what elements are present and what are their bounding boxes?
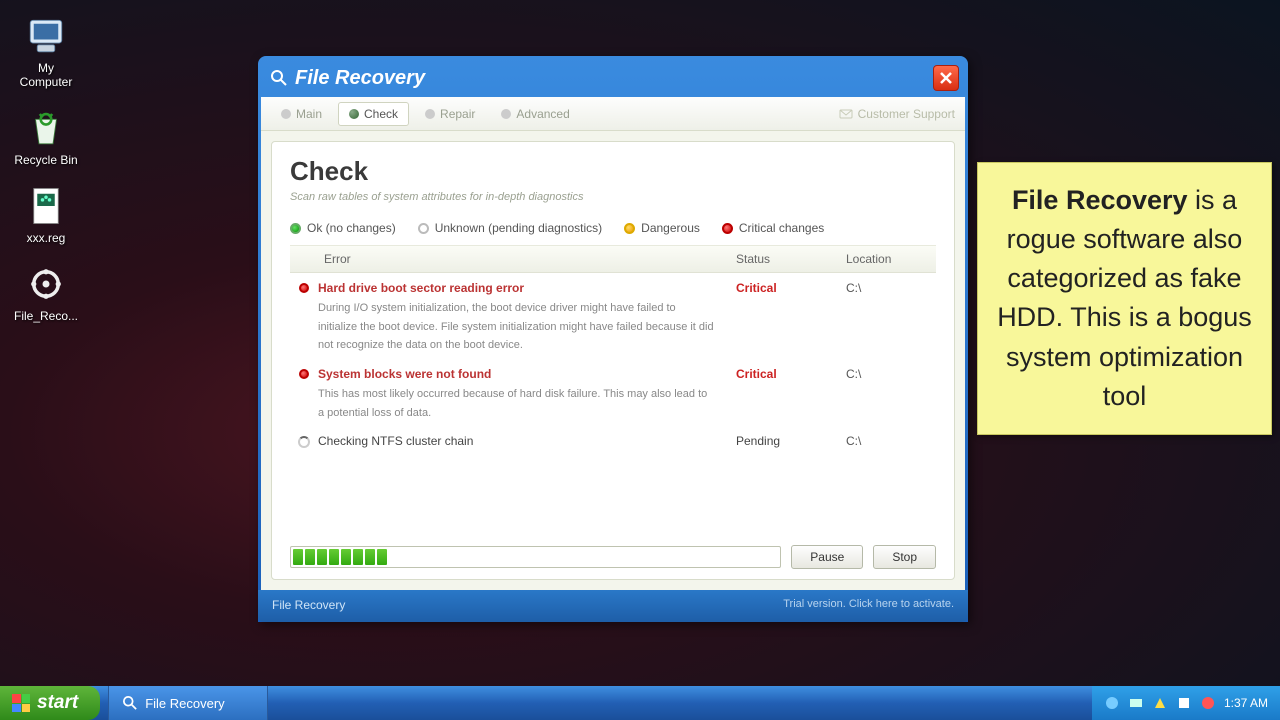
- dot-grey-icon: [418, 223, 429, 234]
- col-error: Error: [290, 252, 736, 266]
- system-tray[interactable]: 1:37 AM: [1092, 686, 1280, 720]
- close-icon: [939, 71, 953, 85]
- tray-icon: [1176, 695, 1192, 711]
- error-title: Hard drive boot sector reading error: [318, 281, 716, 295]
- app-window: File Recovery Main Check Repair Advanced…: [258, 56, 968, 622]
- tab-check[interactable]: Check: [338, 102, 409, 126]
- error-desc: This has most likely occurred because of…: [318, 385, 716, 422]
- progress-row: Pause Stop: [290, 545, 936, 569]
- panel-subtitle: Scan raw tables of system attributes for…: [290, 191, 936, 203]
- table-row[interactable]: Hard drive boot sector reading error Dur…: [290, 273, 936, 359]
- titlebar[interactable]: File Recovery: [261, 59, 965, 97]
- table-row[interactable]: System blocks were not found This has mo…: [290, 359, 936, 426]
- spinner-icon: [298, 436, 310, 448]
- legend-ok: Ok (no changes): [290, 221, 396, 235]
- callout-strong: File Recovery: [1012, 185, 1188, 215]
- start-button[interactable]: start: [0, 686, 100, 720]
- status-cell: Critical: [736, 367, 846, 422]
- tab-repair[interactable]: Repair: [415, 103, 485, 125]
- clock: 1:37 AM: [1224, 696, 1268, 710]
- tab-advanced[interactable]: Advanced: [491, 103, 579, 125]
- panel-heading: Check: [290, 156, 936, 187]
- stop-button[interactable]: Stop: [873, 545, 936, 569]
- desktop-icon-my-computer[interactable]: My Computer: [10, 15, 82, 89]
- desktop-icon-label: Recycle Bin: [14, 153, 77, 167]
- close-button[interactable]: [933, 65, 959, 91]
- callout-text: is a rogue software also categorized as …: [997, 185, 1252, 411]
- location-cell: C:\: [846, 367, 936, 422]
- desktop-icon-label: File_Reco...: [14, 309, 78, 323]
- window-title: File Recovery: [295, 67, 933, 90]
- toolbar: Main Check Repair Advanced Customer Supp…: [261, 97, 965, 131]
- window-footer: File Recovery Trial version. Click here …: [258, 590, 968, 622]
- panel: Check Scan raw tables of system attribut…: [271, 141, 955, 580]
- support-icon: [839, 107, 853, 121]
- customer-support-link[interactable]: Customer Support: [839, 107, 955, 121]
- severity-icon: [299, 369, 309, 379]
- file-recovery-shortcut-icon: [25, 263, 67, 305]
- severity-icon: [299, 283, 309, 293]
- annotation-callout: File Recovery is a rogue software also c…: [977, 162, 1272, 435]
- dot-orange-icon: [624, 223, 635, 234]
- table-header: Error Status Location: [290, 246, 936, 273]
- taskbar-task-file-recovery[interactable]: File Recovery: [108, 686, 268, 720]
- tray-icon: [1152, 695, 1168, 711]
- error-title: Checking NTFS cluster chain: [318, 434, 716, 448]
- table-row[interactable]: Checking NTFS cluster chain Pending C:\: [290, 426, 936, 452]
- error-title: System blocks were not found: [318, 367, 716, 381]
- legend-dangerous: Dangerous: [624, 221, 700, 235]
- dot-green-icon: [290, 223, 301, 234]
- tray-icon: [1200, 695, 1216, 711]
- desktop-icon-label: My Computer: [20, 61, 73, 89]
- error-desc: During I/O system initialization, the bo…: [318, 299, 716, 355]
- legend: Ok (no changes) Unknown (pending diagnos…: [290, 215, 936, 246]
- desktop-icon-label: xxx.reg: [27, 231, 66, 245]
- my-computer-icon: [25, 15, 67, 57]
- trial-link[interactable]: Trial version. Click here to activate.: [783, 598, 954, 612]
- desktop-icon-file-recovery[interactable]: File_Reco...: [10, 263, 82, 323]
- desktop-icons: My Computer Recycle Bin xxx.reg File_Rec…: [10, 15, 90, 341]
- tray-icon: [1104, 695, 1120, 711]
- pause-button[interactable]: Pause: [791, 545, 863, 569]
- rows: Hard drive boot sector reading error Dur…: [290, 273, 936, 533]
- client-area: Check Scan raw tables of system attribut…: [261, 131, 965, 590]
- location-cell: C:\: [846, 281, 936, 355]
- legend-critical: Critical changes: [722, 221, 824, 235]
- desktop-icon-regfile[interactable]: xxx.reg: [10, 185, 82, 245]
- windows-logo-icon: [12, 694, 30, 712]
- magnifier-icon: [123, 696, 137, 710]
- status-cell: Pending: [736, 434, 846, 448]
- recycle-bin-icon: [25, 107, 67, 149]
- dot-red-icon: [722, 223, 733, 234]
- col-location: Location: [846, 252, 936, 266]
- legend-unknown: Unknown (pending diagnostics): [418, 221, 602, 235]
- desktop-icon-recycle-bin[interactable]: Recycle Bin: [10, 107, 82, 167]
- tab-main[interactable]: Main: [271, 103, 332, 125]
- reg-file-icon: [25, 185, 67, 227]
- status-cell: Critical: [736, 281, 846, 355]
- magnifier-icon: [271, 70, 287, 86]
- taskbar: start File Recovery 1:37 AM: [0, 686, 1280, 720]
- location-cell: C:\: [846, 434, 936, 448]
- tray-icon: [1128, 695, 1144, 711]
- footer-brand: File Recovery: [272, 598, 345, 612]
- progress-bar: [290, 546, 781, 568]
- col-status: Status: [736, 252, 846, 266]
